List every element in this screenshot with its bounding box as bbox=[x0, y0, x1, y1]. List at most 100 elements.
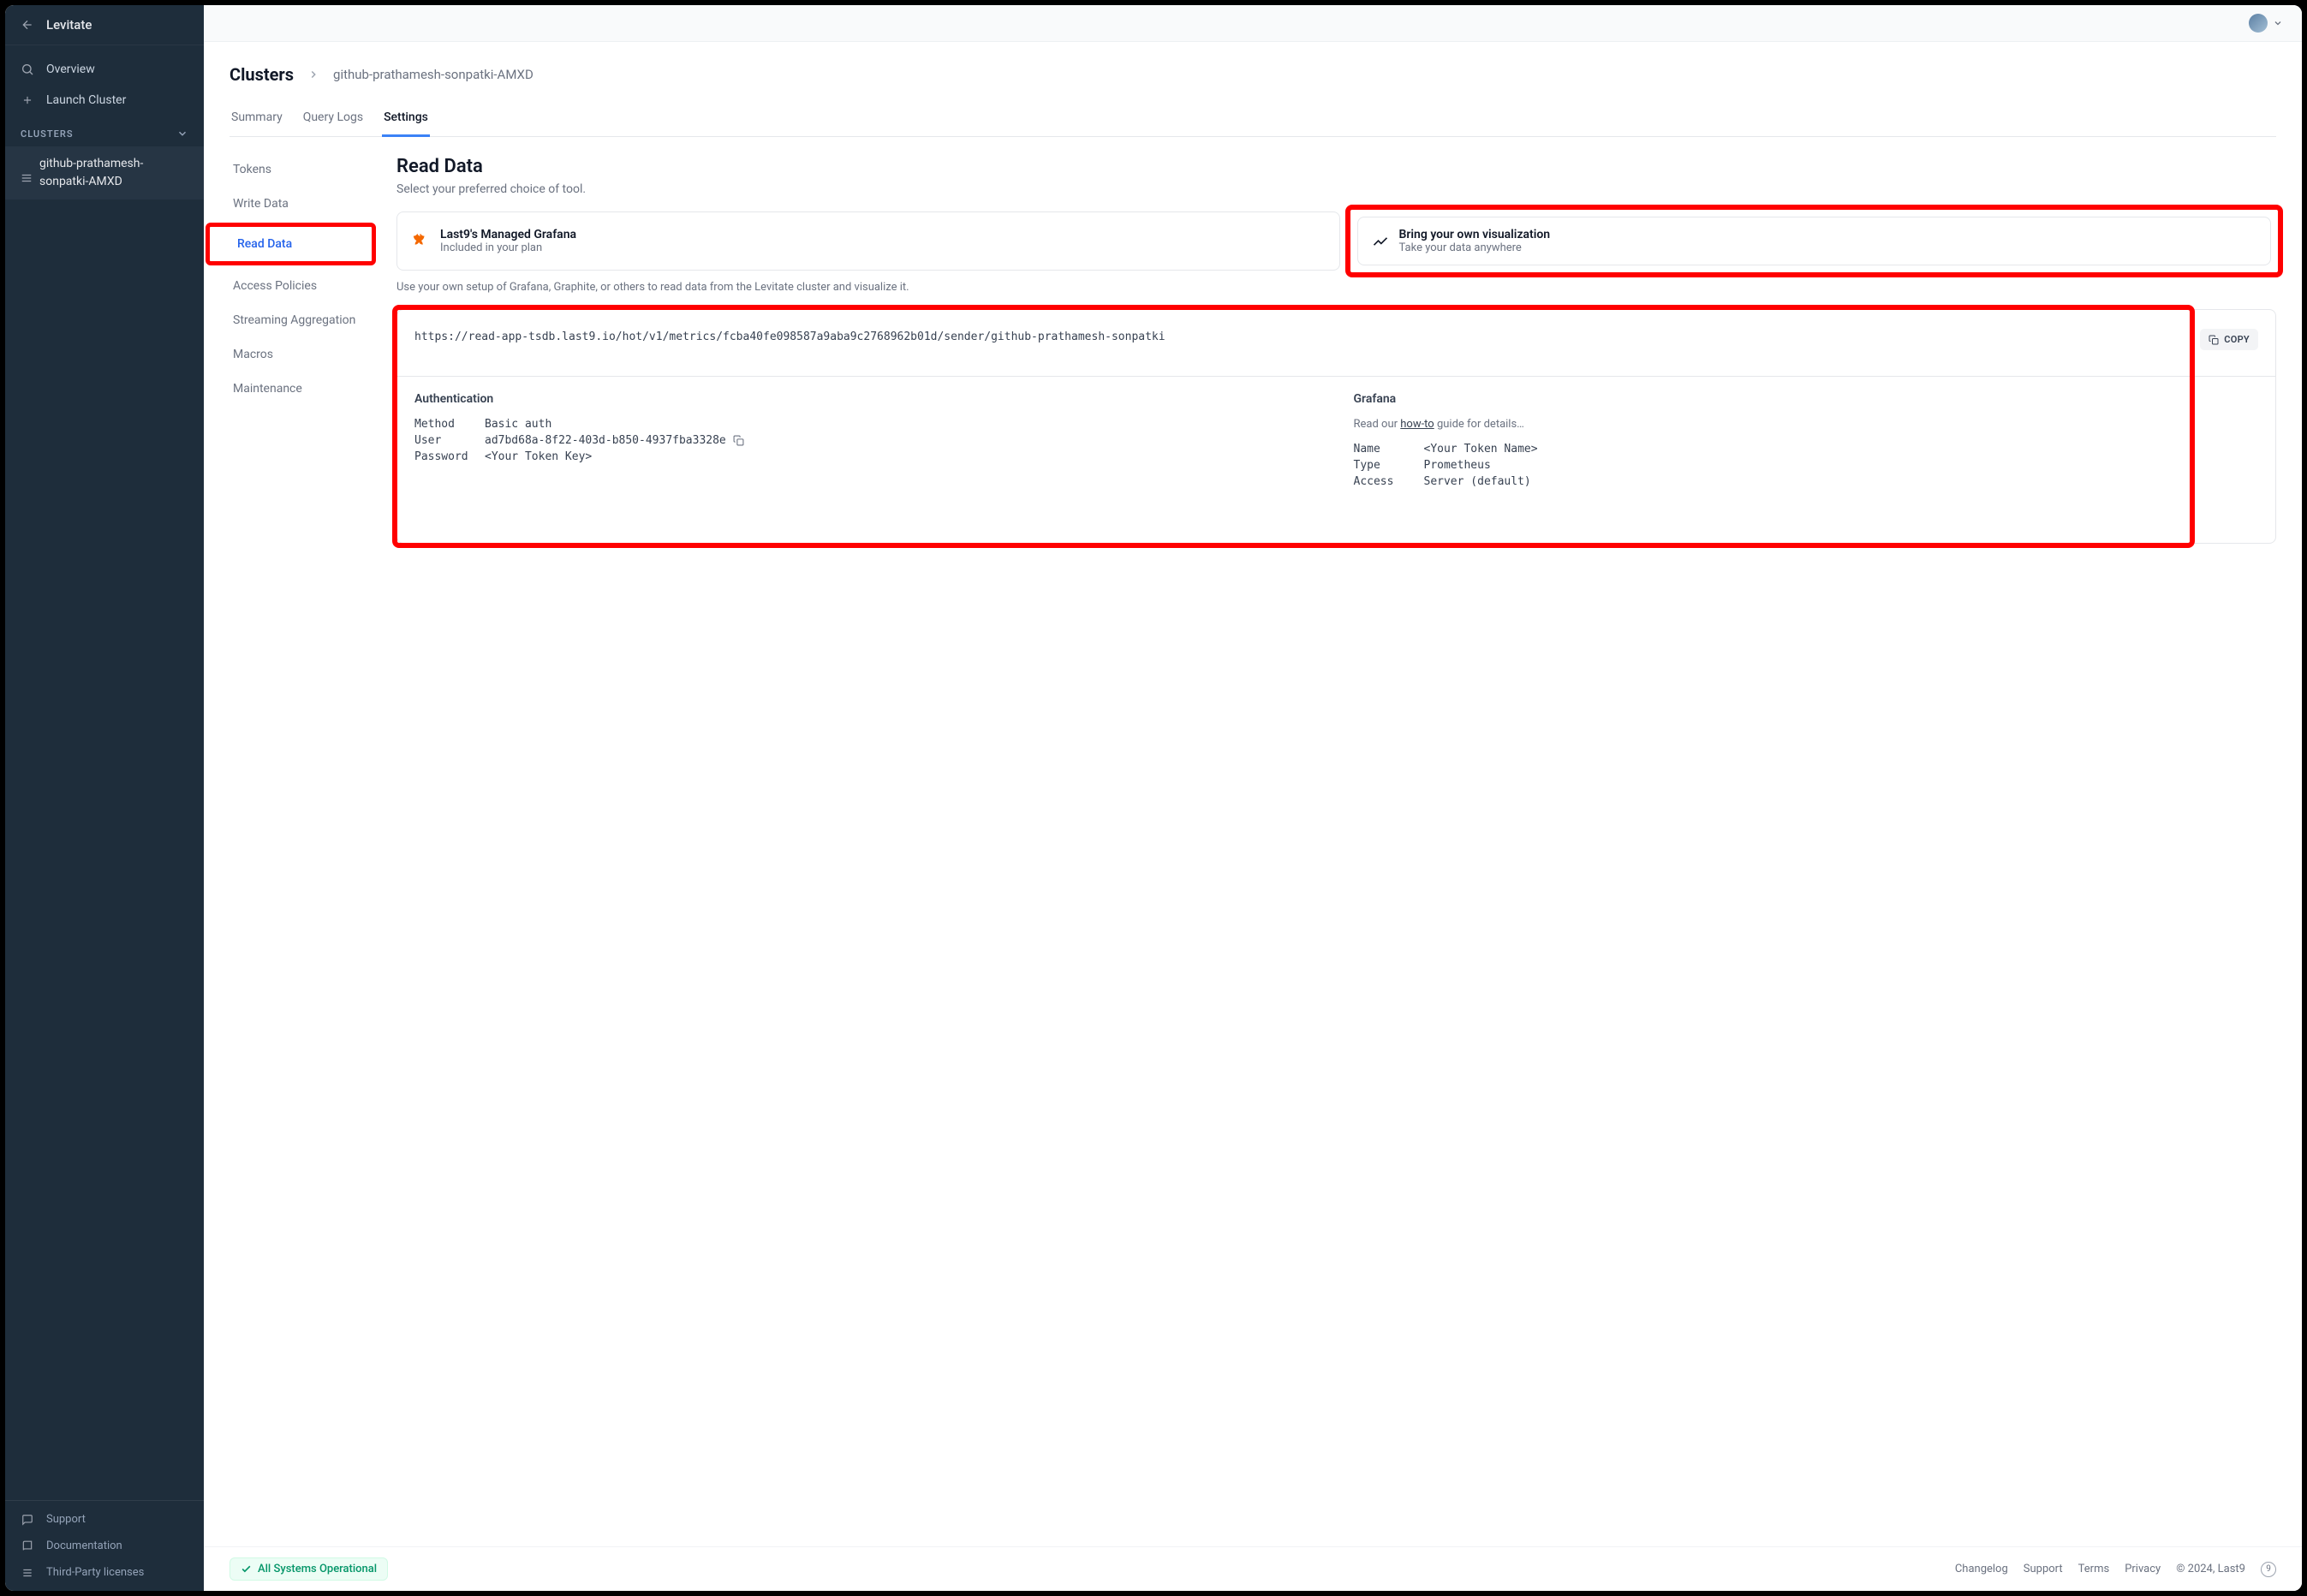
footer-terms[interactable]: Terms bbox=[2078, 1563, 2110, 1575]
auth-column: Authentication Method Basic auth User ad… bbox=[414, 392, 1320, 491]
overview-icon bbox=[21, 63, 34, 76]
chevron-down-icon bbox=[176, 128, 188, 140]
footer-right: Changelog Support Terms Privacy © 2024, … bbox=[1955, 1562, 2276, 1577]
auth-grid: Authentication Method Basic auth User ad… bbox=[397, 376, 2275, 543]
footer-copyright: © 2024, Last9 bbox=[2176, 1563, 2245, 1575]
description: Use your own setup of Grafana, Graphite,… bbox=[396, 281, 2276, 294]
breadcrumb-root[interactable]: Clusters bbox=[230, 64, 294, 85]
howto-link[interactable]: how-to bbox=[1400, 418, 1434, 431]
avatar bbox=[2249, 14, 2268, 33]
topbar bbox=[204, 5, 2302, 42]
card1-title: Last9's Managed Grafana bbox=[440, 228, 576, 241]
app-title: Levitate bbox=[46, 17, 92, 33]
sidebar-docs[interactable]: Documentation bbox=[5, 1533, 204, 1559]
footer-bar: All Systems Operational Changelog Suppor… bbox=[204, 1546, 2302, 1591]
url-row: https://read-app-tsdb.last9.io/hot/v1/me… bbox=[397, 310, 2275, 376]
sidebar: Levitate Overview Launch Cluster CLUSTER… bbox=[5, 5, 204, 1591]
nav-overview[interactable]: Overview bbox=[5, 54, 204, 85]
copy-icon bbox=[2209, 335, 2219, 345]
nav-launch-label: Launch Cluster bbox=[46, 93, 126, 107]
card2-subtitle: Take your data anywhere bbox=[1399, 241, 1551, 254]
page-title: Read Data bbox=[396, 156, 2276, 177]
card-bring-your-own[interactable]: Bring your own visualization Take your d… bbox=[1357, 217, 2272, 265]
clusters-heading: CLUSTERS bbox=[21, 128, 74, 140]
auth-heading: Authentication bbox=[414, 392, 1320, 406]
card1-subtitle: Included in your plan bbox=[440, 241, 576, 254]
read-url: https://read-app-tsdb.last9.io/hot/v1/me… bbox=[414, 329, 1165, 347]
nav-overview-label: Overview bbox=[46, 63, 95, 76]
main: Clusters github-prathamesh-sonpatki-AMXD… bbox=[204, 5, 2302, 1591]
user-menu[interactable] bbox=[2249, 14, 2283, 33]
list-icon bbox=[21, 1567, 34, 1579]
tab-settings[interactable]: Settings bbox=[382, 104, 430, 137]
sidebar-footer: Support Documentation Third-Party licens… bbox=[5, 1500, 204, 1591]
breadcrumb: Clusters github-prathamesh-sonpatki-AMXD bbox=[230, 64, 2276, 85]
status-text: All Systems Operational bbox=[258, 1563, 377, 1575]
settings-tokens[interactable]: Tokens bbox=[230, 156, 371, 183]
back-arrow-icon[interactable] bbox=[21, 18, 34, 32]
content: Clusters github-prathamesh-sonpatki-AMXD… bbox=[204, 42, 2302, 1546]
grafana-access-value: Server (default) bbox=[1424, 475, 1531, 488]
auth-user-key: User bbox=[414, 434, 485, 447]
settings-body: Read Data Select your preferred choice o… bbox=[396, 156, 2276, 544]
auth-password-key: Password bbox=[414, 450, 485, 463]
auth-user-value: ad7bd68a-8f22-403d-b850-4937fba3328e bbox=[485, 434, 726, 447]
tool-cards-row: Last9's Managed Grafana Included in your… bbox=[396, 211, 2276, 271]
nav-launch-cluster[interactable]: Launch Cluster bbox=[5, 85, 204, 116]
page-subtitle: Select your preferred choice of tool. bbox=[396, 182, 2276, 196]
tab-query-logs[interactable]: Query Logs bbox=[301, 104, 365, 136]
sidebar-licenses[interactable]: Third-Party licenses bbox=[5, 1559, 204, 1586]
tabs: Summary Query Logs Settings bbox=[230, 104, 2276, 137]
grafana-type-value: Prometheus bbox=[1424, 459, 1491, 472]
clusters-section-header[interactable]: CLUSTERS bbox=[5, 116, 204, 146]
sidebar-header: Levitate bbox=[5, 5, 204, 45]
highlight-card-byov: Bring your own visualization Take your d… bbox=[1345, 205, 2284, 277]
copy-label: COPY bbox=[2224, 334, 2250, 345]
settings-access-policies[interactable]: Access Policies bbox=[230, 272, 371, 300]
tab-summary[interactable]: Summary bbox=[230, 104, 284, 136]
settings-layout: Tokens Write Data Read Data Access Polic… bbox=[230, 156, 2276, 544]
details-panel: https://read-app-tsdb.last9.io/hot/v1/me… bbox=[396, 309, 2276, 544]
trend-icon bbox=[1372, 233, 1389, 250]
grafana-type-key: Type bbox=[1354, 459, 1424, 472]
grafana-name-key: Name bbox=[1354, 443, 1424, 456]
settings-write-data[interactable]: Write Data bbox=[230, 190, 371, 217]
footer-privacy[interactable]: Privacy bbox=[2125, 1563, 2161, 1575]
sidebar-docs-label: Documentation bbox=[46, 1539, 122, 1552]
check-icon bbox=[241, 1563, 252, 1575]
book-icon bbox=[21, 1540, 34, 1552]
settings-macros[interactable]: Macros bbox=[230, 341, 371, 368]
card2-title: Bring your own visualization bbox=[1399, 228, 1551, 241]
grafana-column: Grafana Read our how-to guide for detail… bbox=[1354, 392, 2259, 491]
sidebar-cluster-item[interactable]: github-prathamesh-sonpatki-AMXD bbox=[5, 146, 204, 200]
sidebar-support[interactable]: Support bbox=[5, 1506, 204, 1533]
auth-method-value: Basic auth bbox=[485, 418, 551, 431]
settings-read-data[interactable]: Read Data bbox=[234, 230, 367, 258]
sidebar-support-label: Support bbox=[46, 1513, 86, 1526]
chevron-down-icon bbox=[2273, 18, 2283, 28]
settings-maintenance[interactable]: Maintenance bbox=[230, 375, 371, 402]
cluster-icon bbox=[21, 172, 33, 184]
status-pill[interactable]: All Systems Operational bbox=[230, 1557, 388, 1581]
grafana-access-key: Access bbox=[1354, 475, 1424, 488]
copy-button[interactable]: COPY bbox=[2200, 329, 2258, 350]
auth-method-key: Method bbox=[414, 418, 485, 431]
breadcrumb-leaf: github-prathamesh-sonpatki-AMXD bbox=[333, 67, 534, 82]
chevron-right-icon bbox=[307, 68, 319, 80]
cluster-name-label: github-prathamesh-sonpatki-AMXD bbox=[39, 157, 143, 188]
grafana-hint: Read our how-to guide for details… bbox=[1354, 418, 2259, 431]
auth-password-value: <Your Token Key> bbox=[485, 450, 592, 463]
brand-badge: 9 bbox=[2261, 1562, 2276, 1577]
sidebar-nav: Overview Launch Cluster CLUSTERS github-… bbox=[5, 45, 204, 200]
grafana-name-value: <Your Token Name> bbox=[1424, 443, 1538, 456]
highlight-read-data: Read Data bbox=[206, 223, 376, 265]
copy-user-icon[interactable] bbox=[733, 435, 744, 446]
settings-menu: Tokens Write Data Read Data Access Polic… bbox=[230, 156, 371, 544]
sidebar-licenses-label: Third-Party licenses bbox=[46, 1566, 144, 1579]
footer-support[interactable]: Support bbox=[2024, 1563, 2063, 1575]
settings-streaming-aggregation[interactable]: Streaming Aggregation bbox=[230, 307, 371, 334]
footer-changelog[interactable]: Changelog bbox=[1955, 1563, 2008, 1575]
plus-icon bbox=[21, 94, 34, 106]
card-managed-grafana[interactable]: Last9's Managed Grafana Included in your… bbox=[396, 211, 1340, 271]
grafana-icon bbox=[411, 232, 430, 251]
